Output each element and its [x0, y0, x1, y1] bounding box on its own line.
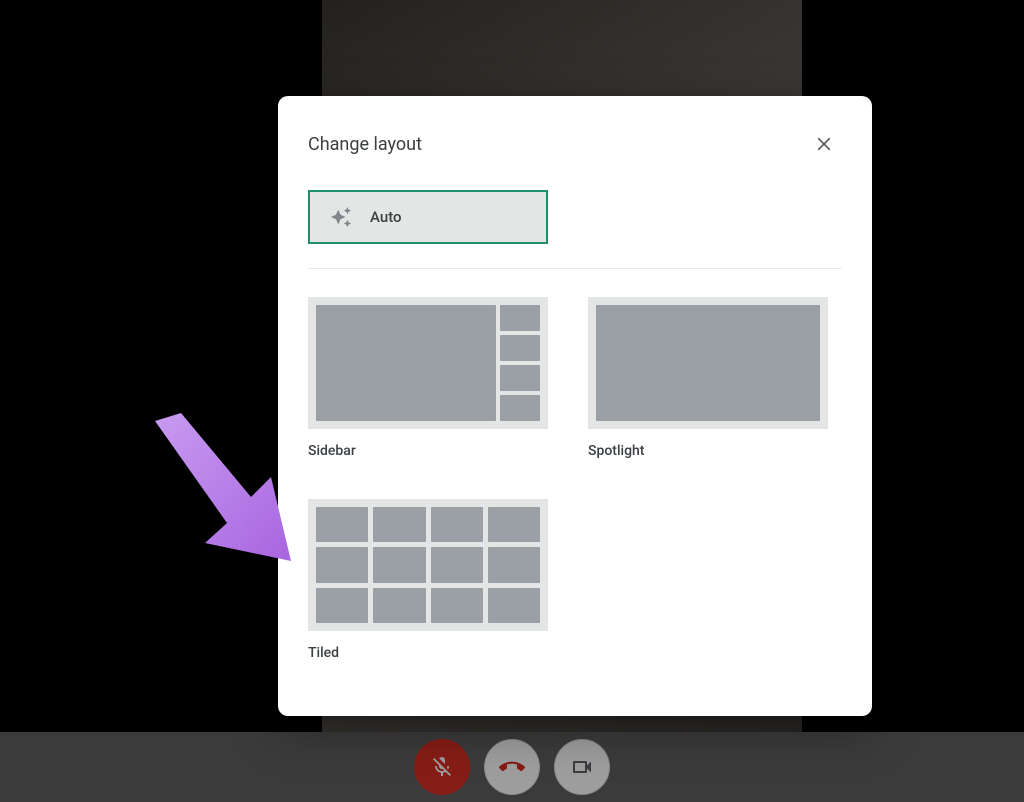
preview-tile	[431, 507, 483, 542]
preview-tile-grid	[316, 507, 540, 623]
preview-thumb	[500, 335, 540, 361]
dialog-title: Change layout	[308, 134, 422, 155]
layout-label: Sidebar	[308, 443, 548, 459]
preview-tile	[373, 507, 425, 542]
close-button[interactable]	[806, 126, 842, 162]
preview-tile	[316, 507, 368, 542]
layout-option-sidebar[interactable]: Sidebar	[308, 297, 548, 459]
layout-option-tiled[interactable]: Tiled	[308, 499, 548, 661]
layout-option-spotlight[interactable]: Spotlight	[588, 297, 828, 459]
preview-tile	[373, 588, 425, 623]
layout-label: Tiled	[308, 645, 548, 661]
close-icon	[813, 133, 835, 155]
preview-tile	[488, 588, 540, 623]
preview-thumb	[500, 395, 540, 421]
dialog-header: Change layout	[308, 126, 842, 162]
preview-thumb	[500, 365, 540, 391]
sidebar-preview	[308, 297, 548, 429]
layout-option-auto[interactable]: Auto	[308, 190, 548, 244]
preview-tile	[488, 547, 540, 582]
preview-tile	[488, 507, 540, 542]
divider	[308, 268, 842, 269]
preview-thumb	[500, 305, 540, 331]
change-layout-dialog: Change layout Auto Sidebar	[278, 96, 872, 716]
auto-label: Auto	[370, 208, 402, 226]
preview-tile	[316, 547, 368, 582]
preview-tile	[431, 547, 483, 582]
sparkle-icon	[330, 206, 352, 228]
preview-tile	[373, 547, 425, 582]
preview-tile	[316, 588, 368, 623]
layout-label: Spotlight	[588, 443, 828, 459]
preview-main-tile	[316, 305, 496, 421]
tiled-preview	[308, 499, 548, 631]
preview-side-column	[500, 305, 540, 421]
preview-tile	[431, 588, 483, 623]
spotlight-preview	[588, 297, 828, 429]
layout-options-grid: Sidebar Spotlight	[308, 297, 842, 661]
preview-main-tile	[596, 305, 820, 421]
